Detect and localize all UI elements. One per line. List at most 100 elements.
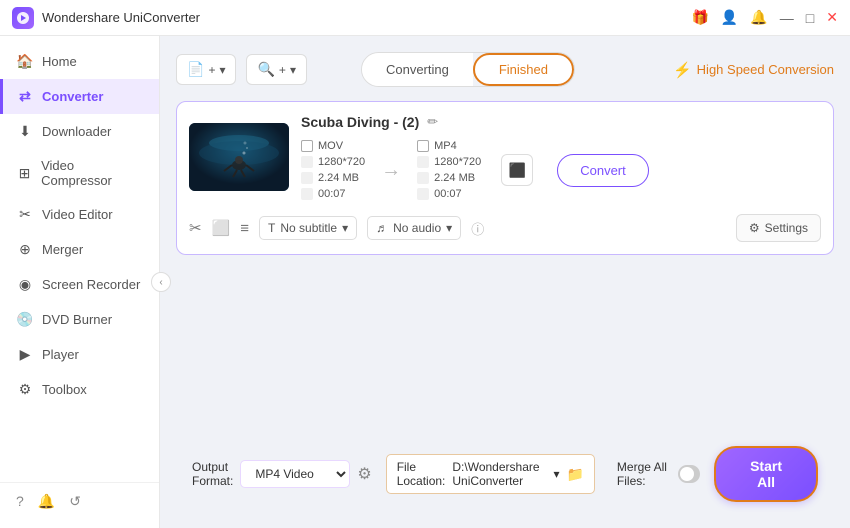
user-icon[interactable]: 👤 (721, 9, 738, 26)
player-icon: ▶ (16, 346, 34, 363)
speed-icon: ⚡ (673, 61, 692, 79)
merge-toggle[interactable] (678, 465, 700, 483)
sidebar-label-merger: Merger (42, 242, 83, 257)
sidebar-item-video-compressor[interactable]: ⊞ Video Compressor (0, 149, 159, 197)
target-size: 2.24 MB (417, 172, 481, 184)
help-icon[interactable]: ? (16, 493, 24, 510)
target-duration-icon (417, 188, 429, 200)
add-settings-icon: 🔍 (257, 61, 274, 78)
output-format-group: Output Format: MP4 Video ⚙ (192, 460, 372, 488)
sidebar-item-downloader[interactable]: ⬇ Downloader (0, 114, 159, 149)
refresh-icon[interactable]: ↺ (69, 493, 81, 510)
app-logo (12, 7, 34, 29)
file-info: Scuba Diving - (2) ✏ MOV 128 (301, 114, 821, 200)
sidebar-label-downloader: Downloader (42, 124, 111, 139)
export-settings-icon[interactable]: ⬛ (501, 154, 533, 186)
sidebar-item-merger[interactable]: ⊕ Merger (0, 232, 159, 267)
sidebar-collapse-button[interactable]: ‹ (151, 272, 171, 292)
file-title-row: Scuba Diving - (2) ✏ (301, 114, 821, 130)
tab-converting[interactable]: Converting (362, 53, 473, 86)
sidebar-item-screen-recorder[interactable]: ◉ Screen Recorder (0, 267, 159, 302)
source-resolution-icon (301, 156, 313, 168)
target-resolution: 1280*720 (417, 156, 481, 168)
subtitle-chevron: ▾ (342, 221, 348, 235)
home-icon: 🏠 (16, 53, 34, 70)
file-location-label: File Location: (397, 460, 446, 488)
add-files-button[interactable]: 📄 + ▾ (176, 54, 236, 85)
source-format-label: MOV (318, 140, 343, 152)
downloader-icon: ⬇ (16, 123, 34, 140)
cut-icon[interactable]: ✂ (189, 219, 202, 237)
arrow-right-icon: → (375, 159, 407, 182)
add-files-chevron: ▾ (219, 63, 225, 77)
target-resolution-icon (417, 156, 429, 168)
file-location-chevron[interactable]: ▾ (553, 467, 559, 481)
title-bar-icons: 🎁 👤 🔔 — □ ✕ (691, 9, 838, 26)
settings-button[interactable]: ⚙ Settings (736, 214, 821, 242)
sidebar-label-screen-recorder: Screen Recorder (42, 277, 140, 292)
subtitle-icon: T (268, 221, 275, 235)
file-card-tools: ✂ ⬜ ≡ T No subtitle ▾ ♬ No audio ▾ ⓘ ⚙ S… (189, 210, 821, 242)
target-resolution-label: 1280*720 (434, 156, 481, 168)
subtitle-select[interactable]: T No subtitle ▾ (259, 216, 357, 240)
file-card-top: Scuba Diving - (2) ✏ MOV 128 (189, 114, 821, 200)
start-all-button[interactable]: Start All (714, 446, 818, 502)
file-title: Scuba Diving - (2) (301, 114, 419, 130)
sidebar-item-toolbox[interactable]: ⚙ Toolbox (0, 372, 159, 407)
file-card: Scuba Diving - (2) ✏ MOV 128 (176, 101, 834, 255)
edit-icon[interactable]: ✏ (427, 114, 438, 130)
audio-label: No audio (393, 221, 441, 235)
app-title: Wondershare UniConverter (42, 10, 691, 25)
merge-label: Merge All Files: (617, 460, 671, 488)
sidebar-item-video-editor[interactable]: ✂ Video Editor (0, 197, 159, 232)
video-compressor-icon: ⊞ (16, 165, 33, 182)
sidebar-label-toolbox: Toolbox (42, 382, 87, 397)
target-duration-label: 00:07 (434, 188, 462, 200)
output-format-select[interactable]: MP4 Video (240, 460, 350, 488)
info-icon[interactable]: ⓘ (471, 219, 484, 238)
title-bar: Wondershare UniConverter 🎁 👤 🔔 — □ ✕ (0, 0, 850, 36)
high-speed-label: High Speed Conversion (697, 62, 834, 77)
sidebar-label-video-compressor: Video Compressor (41, 158, 143, 188)
add-files-icon: 📄 (187, 61, 204, 78)
file-thumbnail (189, 123, 289, 191)
effects-icon[interactable]: ≡ (240, 220, 249, 237)
add-settings-button[interactable]: 🔍 + ▾ (246, 54, 306, 85)
sidebar-item-home[interactable]: 🏠 Home (0, 44, 159, 79)
crop-icon[interactable]: ⬜ (212, 219, 231, 237)
sidebar-item-player[interactable]: ▶ Player (0, 337, 159, 372)
maximize-icon[interactable]: □ (806, 10, 814, 26)
tab-finished[interactable]: Finished (473, 53, 574, 86)
source-format-box: MOV 1280*720 2.24 MB (301, 140, 365, 200)
conversion-row: MOV 1280*720 2.24 MB (301, 140, 821, 200)
high-speed-conversion-button[interactable]: ⚡ High Speed Conversion (673, 61, 834, 79)
gift-icon[interactable]: 🎁 (691, 9, 708, 26)
dvd-burner-icon: 💿 (16, 311, 34, 328)
sidebar-footer: ? 🔔 ↺ (0, 482, 159, 520)
top-toolbar: 📄 + ▾ 🔍 + ▾ Converting Finished ⚡ High S… (176, 52, 834, 87)
convert-button[interactable]: Convert (557, 154, 649, 187)
sidebar-item-dvd-burner[interactable]: 💿 DVD Burner (0, 302, 159, 337)
folder-icon[interactable]: 📁 (566, 466, 583, 483)
source-resolution-label: 1280*720 (318, 156, 365, 168)
output-format-icon[interactable]: ⚙ (357, 464, 371, 484)
close-icon[interactable]: ✕ (826, 9, 838, 26)
minimize-icon[interactable]: — (780, 10, 794, 26)
audio-select[interactable]: ♬ No audio ▾ (367, 216, 461, 240)
source-size-icon (301, 172, 313, 184)
notification-icon[interactable]: 🔔 (38, 493, 55, 510)
source-duration-icon (301, 188, 313, 200)
source-resolution: 1280*720 (301, 156, 365, 168)
merge-group: Merge All Files: (617, 460, 700, 488)
sidebar-label-dvd-burner: DVD Burner (42, 312, 112, 327)
sidebar-item-converter[interactable]: ⇄ Converter (0, 79, 159, 114)
bell-icon[interactable]: 🔔 (750, 9, 767, 26)
toolbox-icon: ⚙ (16, 381, 34, 398)
converter-icon: ⇄ (16, 88, 34, 105)
target-format: MP4 (417, 140, 481, 152)
output-format-label: Output Format: (192, 460, 233, 488)
add-settings-label: + (279, 63, 286, 77)
source-size: 2.24 MB (301, 172, 365, 184)
source-format: MOV (301, 140, 365, 152)
add-settings-chevron: ▾ (290, 63, 296, 77)
